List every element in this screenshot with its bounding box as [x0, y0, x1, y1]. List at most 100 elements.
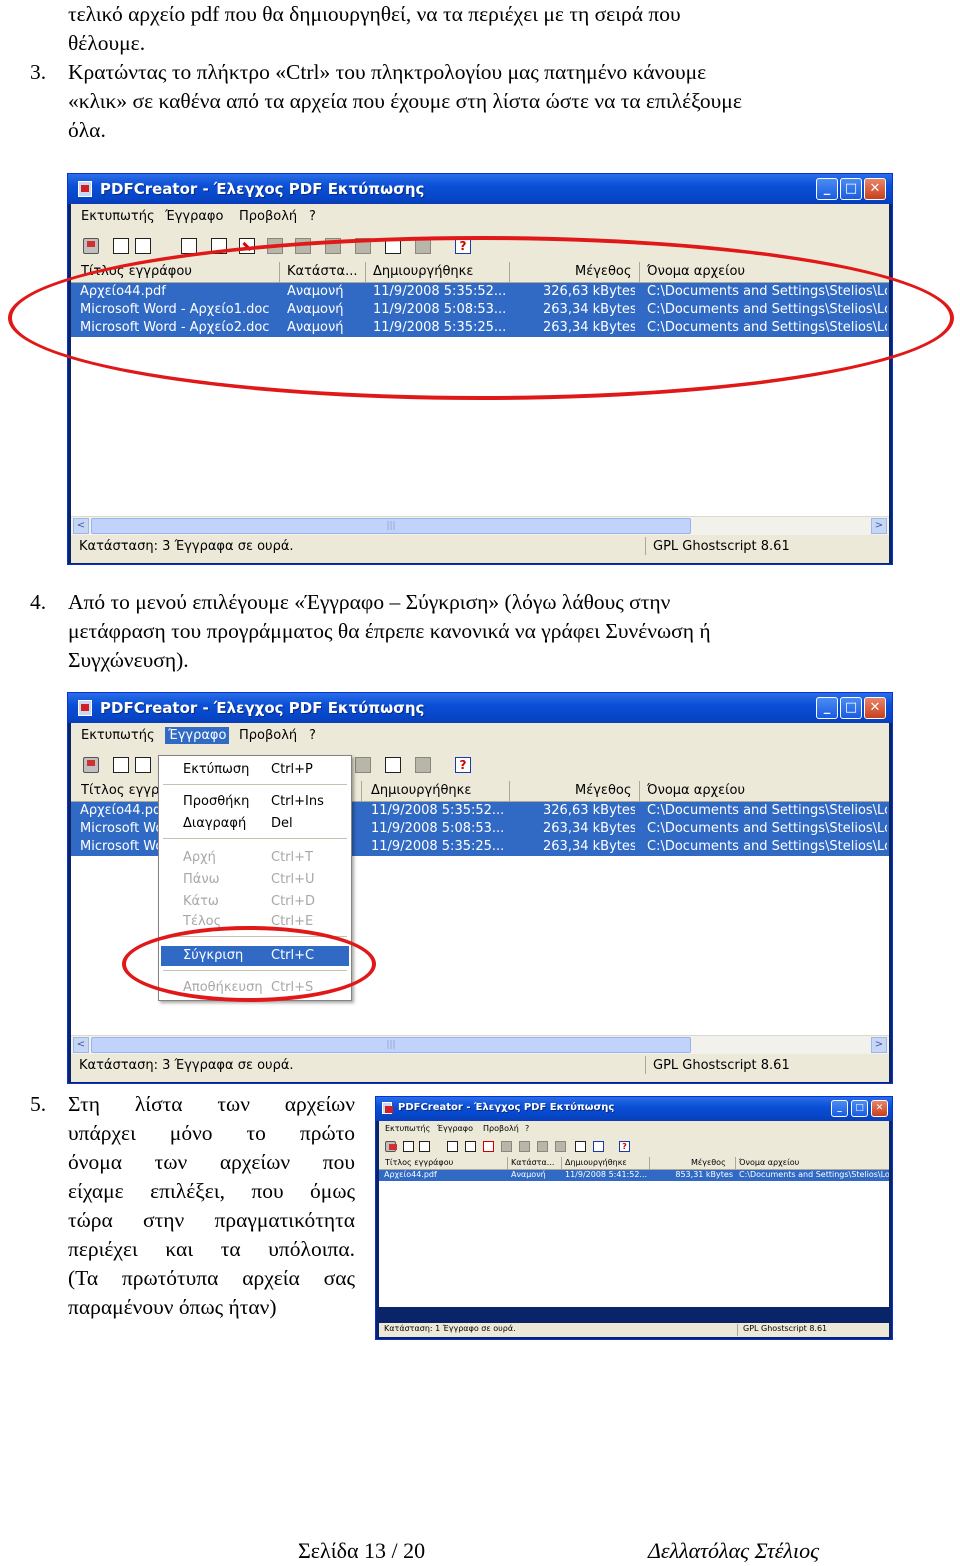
menu-view[interactable]: Προβολή [483, 1124, 519, 1133]
text-line: Συγχώνευση). [68, 648, 189, 672]
menu-printer[interactable]: Εκτυπωτής [81, 209, 155, 224]
maximize-button[interactable]: □ [840, 178, 862, 200]
text-line: θέλουμε. [68, 31, 146, 55]
ghostscript-version: GPL Ghostscript 8.61 [653, 1058, 790, 1073]
close-button[interactable]: ✕ [864, 697, 886, 719]
status-text: Κατάσταση: 3 Έγγραφα σε ουρά. [79, 1058, 294, 1073]
menu-item-delete[interactable]: Διαγραφή Del [161, 814, 349, 834]
combine-icon[interactable] [385, 757, 401, 773]
scroll-right-button[interactable]: > [871, 1037, 887, 1053]
list-icon[interactable] [135, 757, 151, 773]
document-icon[interactable] [113, 757, 129, 773]
highlight-oval [122, 926, 376, 1002]
help-icon[interactable]: ? [619, 1141, 630, 1152]
column-title[interactable]: Τίτλος εγγρ [81, 783, 161, 798]
cell-created: 11/9/2008 5:41:52... [565, 1170, 647, 1179]
list-icon[interactable] [419, 1141, 430, 1152]
column-created[interactable]: Δημιουργήθηκε [371, 783, 505, 798]
menu-item-down: Κάτω Ctrl+D [183, 894, 316, 909]
new-document-icon[interactable] [447, 1141, 458, 1152]
footer-author: Δελλατόλας Στέλιος [648, 1538, 819, 1563]
column-status[interactable]: Κατάστα... [511, 1158, 559, 1167]
app-icon [78, 181, 92, 197]
cell-size: 263,34 kBytes [543, 839, 635, 854]
add-icon[interactable] [465, 1141, 476, 1152]
step-number: 4. [30, 590, 47, 614]
save-icon[interactable] [593, 1141, 604, 1152]
column-filename[interactable]: Όνομα αρχείου [647, 783, 887, 798]
ghostscript-version: GPL Ghostscript 8.61 [743, 1324, 828, 1333]
cell-size: 263,34 kBytes [543, 821, 635, 836]
text-line: μετάφραση του προγράμματος θα έπρεπε καν… [68, 619, 711, 643]
cell-filename: C:\Documents and Settings\Stelios\Loc [739, 1170, 889, 1179]
column-created[interactable]: Δημιουργήθηκε [565, 1158, 645, 1167]
document-icon[interactable] [113, 238, 129, 254]
status-bar: Κατάσταση: 3 Έγγραφα σε ουρά. GPL Ghosts… [71, 535, 889, 563]
list-icon[interactable] [135, 238, 151, 254]
title-bar[interactable]: PDFCreator - Έλεγχος PDF Εκτύπωσης _ □ ✕ [376, 1097, 892, 1121]
document-list[interactable]: Τίτλος εγγράφου Κατάστα... Δημιουργήθηκε… [379, 1157, 889, 1307]
text-line: όνομα των αρχείων που [68, 1150, 355, 1174]
app-icon [78, 700, 92, 716]
step-5-paragraph: Στη λίστα των αρχείων υπάρχει μόνο το πρ… [68, 1090, 355, 1322]
menu-item-add[interactable]: Προσθήκη Ctrl+Ins [161, 792, 349, 812]
horizontal-scrollbar[interactable]: < ||| > [71, 1035, 889, 1054]
highlight-oval [8, 236, 954, 400]
scroll-left-button[interactable]: < [73, 1037, 89, 1053]
printer-icon[interactable] [385, 1141, 397, 1152]
printer-icon[interactable] [83, 238, 99, 254]
document-icon[interactable] [403, 1141, 414, 1152]
move-down-icon [537, 1141, 548, 1152]
minimize-button[interactable]: _ [816, 178, 838, 200]
delete-icon[interactable] [483, 1141, 494, 1152]
menu-printer[interactable]: Εκτυπωτής [385, 1124, 430, 1133]
menu-item-print[interactable]: Εκτύπωση Ctrl+P [161, 760, 349, 780]
help-icon[interactable]: ? [455, 757, 471, 773]
menu-view[interactable]: Προβολή [239, 728, 297, 743]
menu-bar: Εκτυπωτής Έγγραφο Προβολή ? [379, 1121, 889, 1137]
horizontal-scrollbar[interactable]: < ||| > [71, 516, 889, 535]
column-size[interactable]: Μέγεθος [691, 1158, 731, 1167]
column-filename[interactable]: Όνομα αρχείου [739, 1158, 889, 1167]
menu-document[interactable]: Έγγραφο [165, 209, 223, 224]
menu-view[interactable]: Προβολή [239, 209, 297, 224]
printer-icon[interactable] [83, 757, 99, 773]
status-text: Κατάσταση: 1 Έγγραφο σε ουρά. [384, 1324, 516, 1333]
table-row[interactable]: Αρχείο44.pdf Αναμονή 11/9/2008 5:41:52..… [379, 1170, 889, 1181]
title-bar[interactable]: PDFCreator - Έλεγχος PDF Εκτύπωσης _ □ ✕ [68, 693, 892, 723]
menu-printer[interactable]: Εκτυπωτής [81, 728, 155, 743]
column-size[interactable]: Μέγεθος [575, 783, 635, 798]
title-bar[interactable]: PDFCreator - Έλεγχος PDF Εκτύπωσης _ □ ✕ [68, 174, 892, 204]
toolbar: ? [379, 1137, 889, 1157]
scroll-right-button[interactable]: > [871, 518, 887, 534]
menu-help[interactable]: ? [309, 728, 316, 743]
cell-created: 11/9/2008 5:08:53... [371, 821, 505, 836]
text-line: παραμένουν όπως ήταν) [68, 1295, 277, 1319]
save-icon [415, 757, 431, 773]
maximize-button[interactable]: □ [840, 697, 862, 719]
list-header: Τίτλος εγγράφου Κατάστα... Δημιουργήθηκε… [379, 1157, 889, 1170]
scroll-thumb[interactable]: ||| [91, 518, 691, 534]
close-button[interactable]: ✕ [864, 178, 886, 200]
cell-size: 853,31 kBytes [675, 1170, 733, 1179]
scroll-thumb[interactable]: ||| [91, 1037, 691, 1053]
scroll-left-button[interactable]: < [73, 518, 89, 534]
minimize-button[interactable]: _ [831, 1100, 848, 1117]
menu-document[interactable]: Έγγραφο [165, 727, 230, 744]
menu-help[interactable]: ? [525, 1124, 529, 1133]
window-title: PDFCreator - Έλεγχος PDF Εκτύπωσης [100, 180, 425, 198]
maximize-button[interactable]: □ [851, 1100, 868, 1117]
text-line: υπάρχει μόνο το πρώτο [68, 1121, 355, 1145]
new-document-icon[interactable] [181, 238, 197, 254]
text-line: είχαμε επιλέξει, που όμως [68, 1179, 355, 1203]
column-title[interactable]: Τίτλος εγγράφου [385, 1158, 505, 1167]
menu-bar: Εκτυπωτής Έγγραφο Προβολή ? [71, 204, 889, 230]
text-line: τώρα στην πραγματικότητα [68, 1208, 355, 1232]
close-button[interactable]: ✕ [871, 1100, 888, 1117]
text-line: Από το μενού επιλέγουμε «Έγγραφο – Σύγκρ… [68, 590, 671, 614]
menu-help[interactable]: ? [309, 209, 316, 224]
menu-document[interactable]: Έγγραφο [437, 1124, 473, 1133]
minimize-button[interactable]: _ [816, 697, 838, 719]
combine-icon[interactable] [575, 1141, 586, 1152]
menu-item-top: Αρχή Ctrl+T [183, 850, 313, 865]
